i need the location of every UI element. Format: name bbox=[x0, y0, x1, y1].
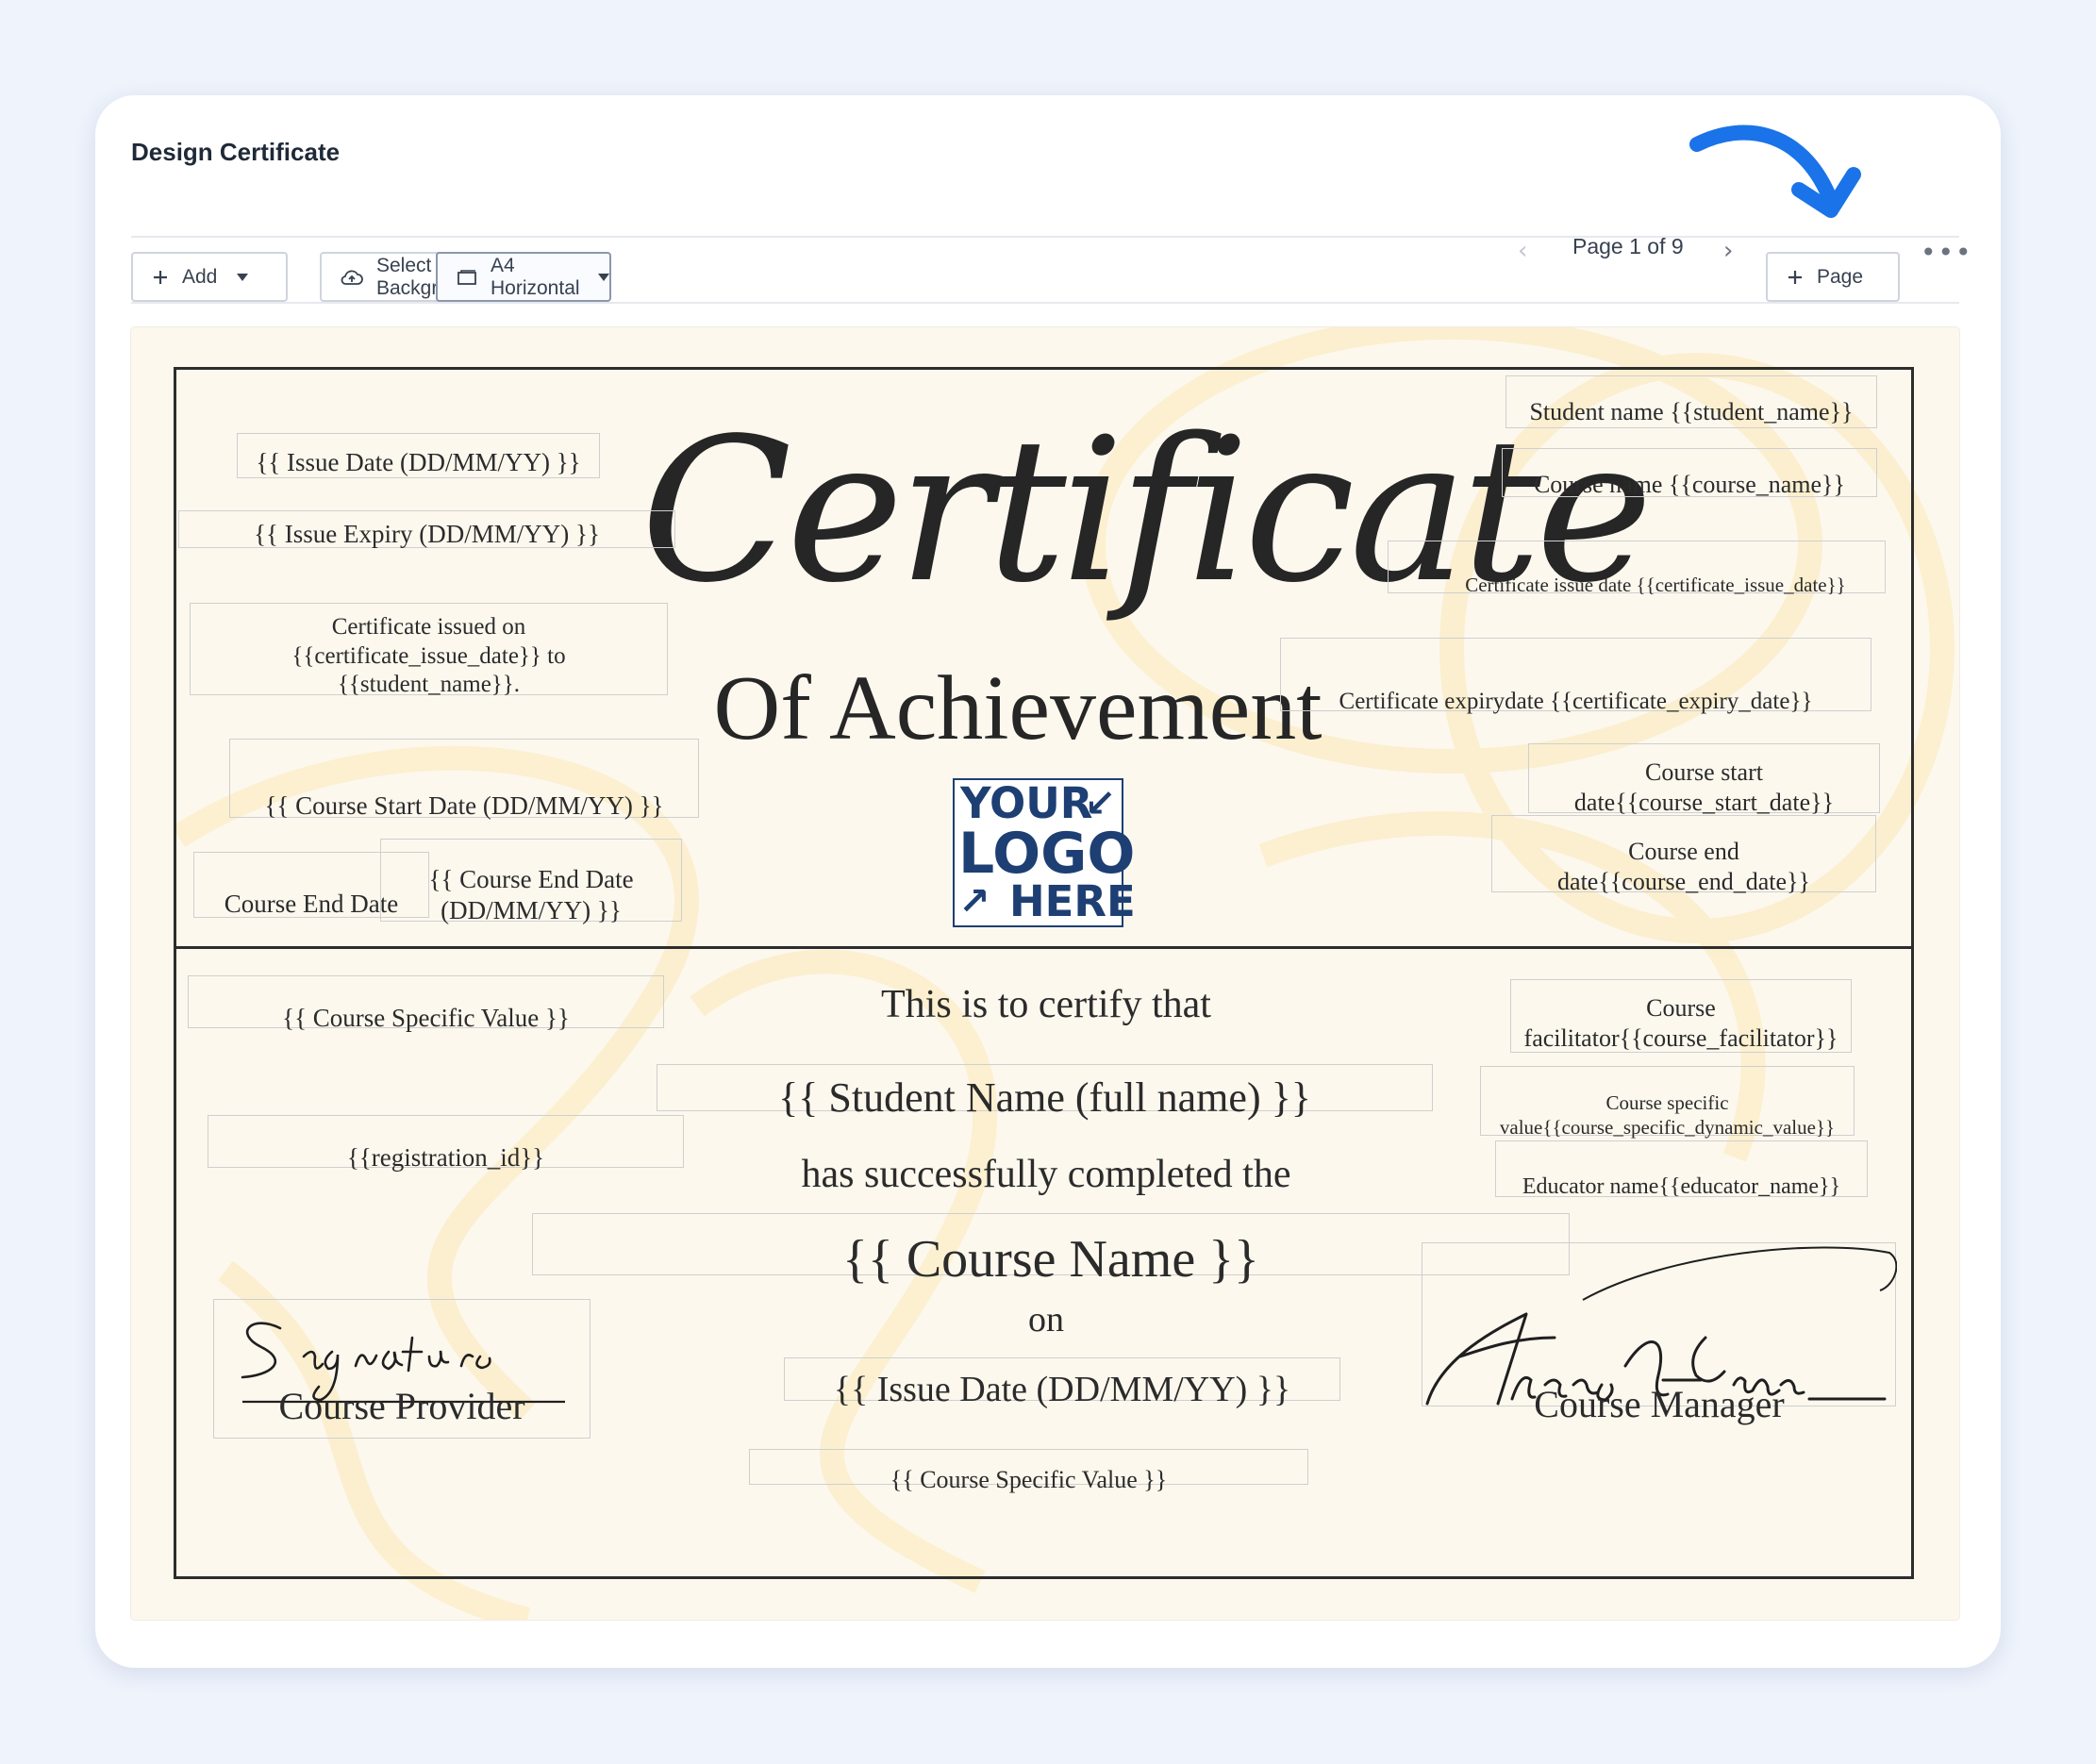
certificate-expiry-date-field[interactable]: Certificate expirydate {{certificate_exp… bbox=[1280, 638, 1871, 714]
completed-text: has successfully completed the bbox=[801, 1153, 1291, 1196]
course-end-date-field[interactable]: {{ Course End Date (DD/MM/YY) }} bbox=[380, 839, 682, 924]
logo-text-logo: LOGO bbox=[958, 821, 1136, 887]
certificate-section-divider bbox=[174, 946, 1914, 949]
page-title: Design Certificate bbox=[131, 138, 341, 166]
course-name-field-center[interactable]: {{ Course Name }} bbox=[532, 1213, 1570, 1289]
plus-icon bbox=[152, 269, 169, 286]
chevron-left-icon[interactable]: ‹ bbox=[1518, 237, 1527, 265]
course-specific-dynamic-field[interactable]: Course specific value{{course_specific_d… bbox=[1480, 1066, 1855, 1139]
chevron-right-icon[interactable]: › bbox=[1723, 237, 1733, 265]
arrow-down-left-icon: ↙ bbox=[1084, 782, 1116, 825]
student-full-name-field[interactable]: {{ Student Name (full name) }} bbox=[657, 1064, 1433, 1121]
caret-down-icon bbox=[597, 273, 610, 282]
certificate-issue-date-field[interactable]: Certificate issue date {{certificate_iss… bbox=[1388, 541, 1886, 596]
course-specific-value-field[interactable]: {{ Course Specific Value }} bbox=[188, 975, 664, 1032]
add-button-label: Add bbox=[182, 265, 218, 288]
certificate-subtitle: Of Achievement bbox=[713, 657, 1322, 759]
page-indicator: Page 1 of 9 bbox=[1572, 234, 1684, 258]
course-manager-label: Course Manager bbox=[1534, 1383, 1785, 1425]
cloud-upload-icon bbox=[341, 269, 363, 286]
page-orientation-icon bbox=[457, 269, 477, 286]
logo-text-here: HERE bbox=[1009, 876, 1136, 926]
issue-date-field[interactable]: {{ Issue Date (DD/MM/YY) }} bbox=[237, 433, 600, 478]
page-size-label: A4 Horizontal bbox=[491, 254, 580, 299]
add-page-button[interactable]: Page bbox=[1766, 252, 1900, 302]
add-page-label: Page bbox=[1817, 265, 1864, 288]
certify-text: This is to certify that bbox=[881, 983, 1211, 1026]
course-start-date-right-field[interactable]: Course start date{{course_start_date}} bbox=[1528, 743, 1880, 816]
header-divider bbox=[131, 236, 1959, 238]
add-button[interactable]: Add bbox=[131, 252, 288, 302]
on-text: on bbox=[1028, 1300, 1064, 1340]
issued-on-field[interactable]: Certificate issued on {{certificate_issu… bbox=[190, 603, 668, 697]
pointer-arrow-icon bbox=[1689, 125, 1861, 218]
arrow-up-right-icon: ↗ bbox=[958, 880, 990, 924]
certificate-title: Certificate bbox=[640, 395, 1653, 626]
course-specific-value-field-center[interactable]: {{ Course Specific Value }} bbox=[749, 1449, 1308, 1493]
certificate-canvas[interactable]: Certificate Of Achievement YOUR ↙ LOGO ↗… bbox=[131, 327, 1959, 1620]
more-options-icon[interactable]: ••• bbox=[1921, 237, 1973, 268]
course-provider-label: Course Provider bbox=[278, 1385, 525, 1427]
course-name-field[interactable]: Course name {{course_name}} bbox=[1502, 448, 1877, 498]
course-end-date-right-field[interactable]: Course end date{{course_end_date}} bbox=[1491, 815, 1876, 895]
educator-name-field[interactable]: Educator name{{educator_name}} bbox=[1495, 1140, 1868, 1199]
caret-down-icon bbox=[236, 273, 249, 282]
page-size-dropdown[interactable]: A4 Horizontal bbox=[436, 252, 611, 302]
registration-id-field[interactable]: {{registration_id}} bbox=[208, 1115, 684, 1172]
issue-date-field-center[interactable]: {{ Issue Date (DD/MM/YY) }} bbox=[784, 1357, 1340, 1409]
student-name-field[interactable]: Student name {{student_name}} bbox=[1505, 375, 1877, 428]
logo-placeholder[interactable]: YOUR ↙ LOGO ↗ HERE bbox=[953, 778, 1136, 927]
course-facilitator-field[interactable]: Course facilitator{{course_facilitator}} bbox=[1510, 979, 1852, 1053]
logo-text-your: YOUR bbox=[960, 778, 1093, 828]
toolbar-divider bbox=[131, 302, 1959, 304]
plus-icon bbox=[1787, 269, 1804, 286]
issue-expiry-field[interactable]: {{ Issue Expiry (DD/MM/YY) }} bbox=[178, 510, 675, 548]
course-start-date-field[interactable]: {{ Course Start Date (DD/MM/YY) }} bbox=[229, 739, 699, 820]
design-certificate-card: Design Certificate Add Select Background… bbox=[95, 95, 2001, 1668]
